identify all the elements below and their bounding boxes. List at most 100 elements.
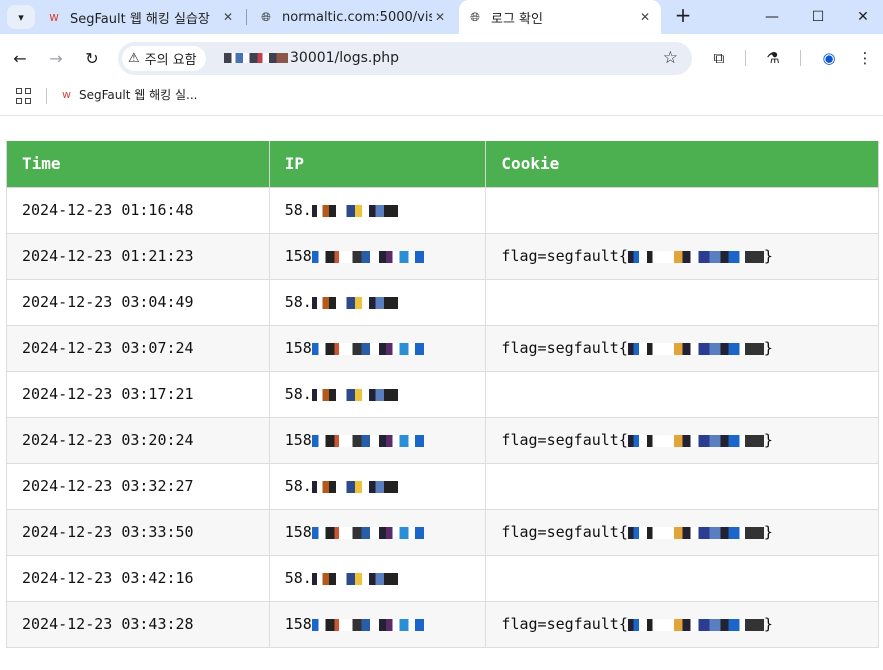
minimize-icon: — bbox=[765, 9, 779, 25]
table-row: 2024-12-23 01:16:48 58. bbox=[6, 186, 879, 234]
bookmark-segfault[interactable]: ᴡ SegFault 웹 해킹 실... bbox=[62, 86, 197, 103]
maximize-button[interactable]: ☐ bbox=[795, 0, 841, 34]
tab-logs-active[interactable]: 🌐︎ 로그 확인 ✕ bbox=[459, 0, 661, 34]
cell-ip: 158 bbox=[268, 416, 487, 464]
arrow-left-icon: ← bbox=[13, 48, 27, 68]
column-header-ip: IP bbox=[268, 141, 487, 188]
cell-time: 2024-12-23 03:43:28 bbox=[6, 600, 270, 648]
cell-time: 2024-12-23 03:07:24 bbox=[6, 324, 270, 372]
redacted-flag bbox=[627, 434, 764, 447]
cookie-prefix: flag=segfault{ bbox=[501, 523, 628, 541]
cell-ip: 58. bbox=[268, 462, 487, 510]
close-icon[interactable]: ✕ bbox=[432, 9, 448, 25]
url-text[interactable]: 30001/logs.php bbox=[224, 50, 399, 66]
bookmarks-bar: ᴡ SegFault 웹 해킹 실... bbox=[0, 82, 883, 116]
column-header-cookie: Cookie bbox=[485, 141, 879, 188]
cell-ip: 58. bbox=[268, 554, 487, 602]
table-row: 2024-12-23 03:43:28 158 flag=segfault{} bbox=[6, 600, 879, 648]
cell-ip: 58. bbox=[268, 370, 487, 418]
tab-visit[interactable]: 🌐︎ normaltic.com:5000/visit_ ✕ bbox=[250, 0, 456, 34]
redacted-ip bbox=[311, 618, 424, 631]
cookie-prefix: flag=segfault{ bbox=[501, 615, 628, 633]
redacted-ip bbox=[311, 204, 398, 217]
redacted-ip bbox=[311, 296, 398, 309]
toolbar-divider bbox=[800, 50, 801, 66]
window-close-button[interactable]: ✕ bbox=[840, 0, 883, 34]
table-row: 2024-12-23 03:04:49 58. bbox=[6, 278, 879, 326]
address-bar[interactable]: ⚠ 주의 요함 30001/logs.php ☆ bbox=[118, 42, 692, 75]
security-chip[interactable]: ⚠ 주의 요함 bbox=[122, 46, 206, 71]
tab-divider bbox=[246, 9, 247, 25]
menu-kebab-icon[interactable]: ⋮ bbox=[854, 47, 876, 69]
tab-title: SegFault 웹 해킹 실습장 bbox=[70, 11, 210, 27]
extensions-icon[interactable]: ⧉ bbox=[708, 47, 730, 69]
redacted-ip bbox=[311, 388, 398, 401]
tab-strip: ▾ ᴡ SegFault 웹 해킹 실습장 ✕ 🌐︎ normaltic.com… bbox=[0, 0, 883, 34]
minimize-button[interactable]: — bbox=[749, 0, 795, 34]
redacted-host bbox=[224, 53, 288, 63]
apps-grid-icon[interactable] bbox=[16, 88, 32, 104]
cell-ip: 158 bbox=[268, 232, 487, 280]
redacted-flag bbox=[627, 342, 764, 355]
cell-cookie: flag=segfault{} bbox=[485, 600, 879, 648]
cell-time: 2024-12-23 03:33:50 bbox=[6, 508, 270, 556]
cell-cookie bbox=[485, 370, 879, 418]
close-icon[interactable]: ✕ bbox=[220, 9, 236, 25]
arrow-right-icon: → bbox=[49, 48, 63, 68]
new-tab-button[interactable]: + bbox=[671, 4, 695, 28]
back-button[interactable]: ← bbox=[8, 46, 32, 70]
logs-table: Time IP Cookie 2024-12-23 01:16:48 58. 202… bbox=[6, 141, 879, 648]
redacted-ip bbox=[311, 526, 424, 539]
cell-time: 2024-12-23 03:04:49 bbox=[6, 278, 270, 326]
ip-prefix: 58. bbox=[284, 293, 312, 311]
table-row: 2024-12-23 03:17:21 58. bbox=[6, 370, 879, 418]
table-row: 2024-12-23 03:20:24 158 flag=segfault{} bbox=[6, 416, 879, 464]
globe-icon: 🌐︎ bbox=[470, 9, 480, 24]
redacted-flag bbox=[627, 250, 764, 263]
column-header-time: Time bbox=[6, 141, 270, 188]
cell-time: 2024-12-23 03:17:21 bbox=[6, 370, 270, 418]
ip-prefix: 58. bbox=[284, 385, 312, 403]
redacted-flag bbox=[627, 618, 764, 631]
ip-prefix: 158 bbox=[284, 339, 312, 357]
profile-icon[interactable]: ◉ bbox=[818, 47, 840, 69]
ip-prefix: 58. bbox=[284, 477, 312, 495]
cell-time: 2024-12-23 03:32:27 bbox=[6, 462, 270, 510]
cell-cookie: flag=segfault{} bbox=[485, 232, 879, 280]
cell-ip: 58. bbox=[268, 278, 487, 326]
ip-prefix: 158 bbox=[284, 247, 312, 265]
browser-toolbar: ← → ↻ ⚠ 주의 요함 30001/logs.php ☆ ⧉ ⚗ ◉ ⋮ bbox=[0, 34, 883, 82]
labs-flask-icon[interactable]: ⚗ bbox=[762, 47, 784, 69]
cell-cookie bbox=[485, 554, 879, 602]
reload-button[interactable]: ↻ bbox=[80, 46, 104, 70]
redacted-ip bbox=[311, 572, 398, 585]
bookmark-label: SegFault 웹 해킹 실... bbox=[79, 88, 198, 102]
ip-prefix: 58. bbox=[284, 201, 312, 219]
table-row: 2024-12-23 03:42:16 58. bbox=[6, 554, 879, 602]
table-row: 2024-12-23 03:07:24 158 flag=segfault{} bbox=[6, 324, 879, 372]
cookie-prefix: flag=segfault{ bbox=[501, 339, 628, 357]
cookie-suffix: } bbox=[763, 523, 773, 541]
close-icon[interactable]: ✕ bbox=[637, 9, 653, 25]
cookie-suffix: } bbox=[763, 247, 773, 265]
cell-cookie: flag=segfault{} bbox=[485, 508, 879, 556]
bookmark-star-icon[interactable]: ☆ bbox=[663, 48, 678, 68]
ip-prefix: 158 bbox=[284, 431, 312, 449]
reload-icon: ↻ bbox=[85, 48, 99, 68]
url-path: 30001/logs.php bbox=[290, 50, 399, 66]
logs-table-body: 2024-12-23 01:16:48 58. 2024-12-23 01:21:2… bbox=[6, 186, 879, 648]
tab-search-button[interactable]: ▾ bbox=[7, 5, 35, 29]
cookie-suffix: } bbox=[763, 431, 773, 449]
cell-ip: 58. bbox=[268, 186, 487, 234]
segfault-favicon-icon: ᴡ bbox=[62, 88, 71, 101]
toolbar-divider bbox=[745, 50, 746, 66]
tab-segfault[interactable]: ᴡ SegFault 웹 해킹 실습장 ✕ bbox=[38, 0, 244, 34]
cell-time: 2024-12-23 03:20:24 bbox=[6, 416, 270, 464]
security-chip-label: 주의 요함 bbox=[144, 53, 197, 68]
cell-cookie bbox=[485, 462, 879, 510]
redacted-ip bbox=[311, 250, 424, 263]
redacted-ip bbox=[311, 342, 424, 355]
segfault-favicon-icon: ᴡ bbox=[49, 10, 59, 24]
plus-icon: + bbox=[674, 3, 692, 27]
forward-button[interactable]: → bbox=[44, 46, 68, 70]
